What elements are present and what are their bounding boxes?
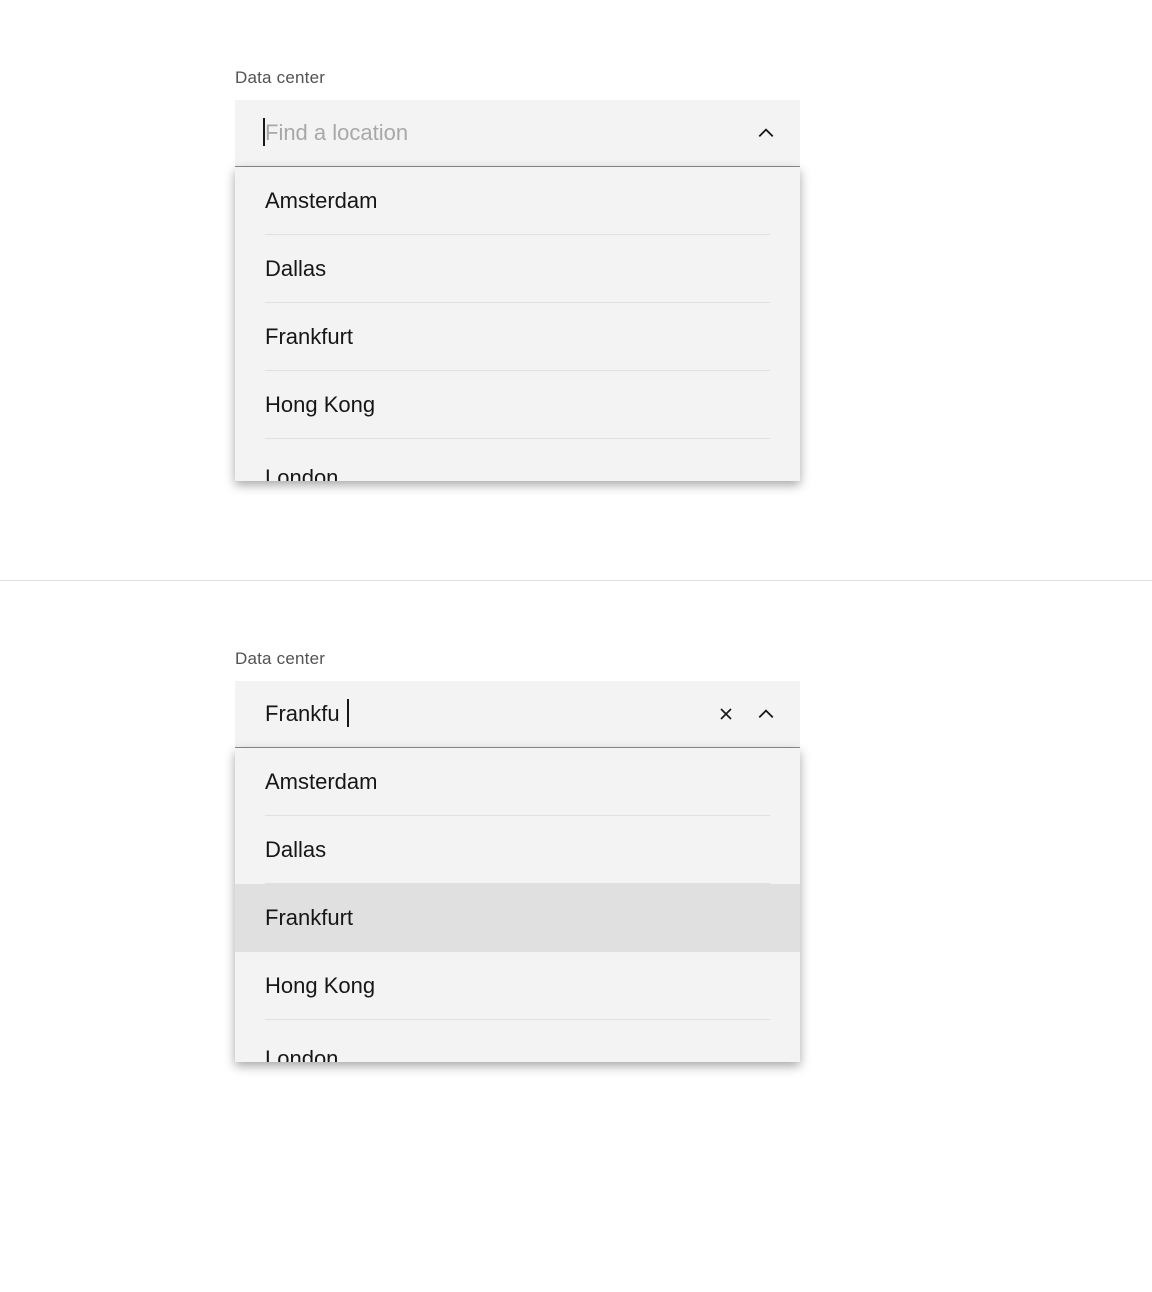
dropdown-item-london[interactable]: London [235, 1020, 800, 1062]
chevron-up-icon[interactable] [754, 121, 778, 145]
dropdown-item-dallas[interactable]: Dallas [235, 235, 800, 303]
combobox-placeholder: Find a location [265, 120, 408, 146]
dropdown-item-label: Frankfurt [265, 905, 353, 931]
dropdown-item-label: London [265, 1046, 338, 1062]
field-label: Data center [235, 649, 1152, 669]
dropdown-menu: Amsterdam Dallas Frankfurt Hong Kong Lon… [235, 167, 800, 481]
combobox: Find a location Amsterdam Dallas Frankfu… [235, 100, 800, 481]
dropdown-item-amsterdam[interactable]: Amsterdam [235, 167, 800, 235]
dropdown-item-frankfurt[interactable]: Frankfurt [235, 303, 800, 371]
field-label: Data center [235, 68, 1152, 88]
close-icon [718, 706, 734, 722]
combobox-value: Frankfu [265, 701, 340, 727]
dropdown-item-label: Dallas [265, 837, 326, 863]
combobox-input-row[interactable]: Find a location [235, 100, 800, 167]
dropdown-item-label: London [265, 465, 338, 481]
dropdown-item-amsterdam[interactable]: Amsterdam [235, 748, 800, 816]
combobox-example-empty: Data center Find a location Amsterdam Da… [0, 0, 1152, 580]
dropdown-item-label: Amsterdam [265, 769, 377, 795]
dropdown-item-label: Dallas [265, 256, 326, 282]
combobox: Frankfu Amsterdam Dallas Frankfurt Hon [235, 681, 800, 1062]
dropdown-item-label: Hong Kong [265, 392, 375, 418]
combobox-input-row[interactable]: Frankfu [235, 681, 800, 748]
dropdown-item-label: Amsterdam [265, 188, 377, 214]
chevron-up-icon[interactable] [754, 702, 778, 726]
dropdown-item-frankfurt[interactable]: Frankfurt [235, 884, 800, 952]
dropdown-menu: Amsterdam Dallas Frankfurt Hong Kong Lon… [235, 748, 800, 1062]
dropdown-item-label: Frankfurt [265, 324, 353, 350]
dropdown-item-london[interactable]: London [235, 439, 800, 481]
dropdown-item-label: Hong Kong [265, 973, 375, 999]
clear-button[interactable] [714, 702, 738, 726]
dropdown-item-hong-kong[interactable]: Hong Kong [235, 371, 800, 439]
combobox-example-typing: Data center Frankfu Amsterdam Dallas Fra… [0, 581, 1152, 1163]
dropdown-item-hong-kong[interactable]: Hong Kong [235, 952, 800, 1020]
text-cursor [347, 699, 349, 727]
dropdown-item-dallas[interactable]: Dallas [235, 816, 800, 884]
